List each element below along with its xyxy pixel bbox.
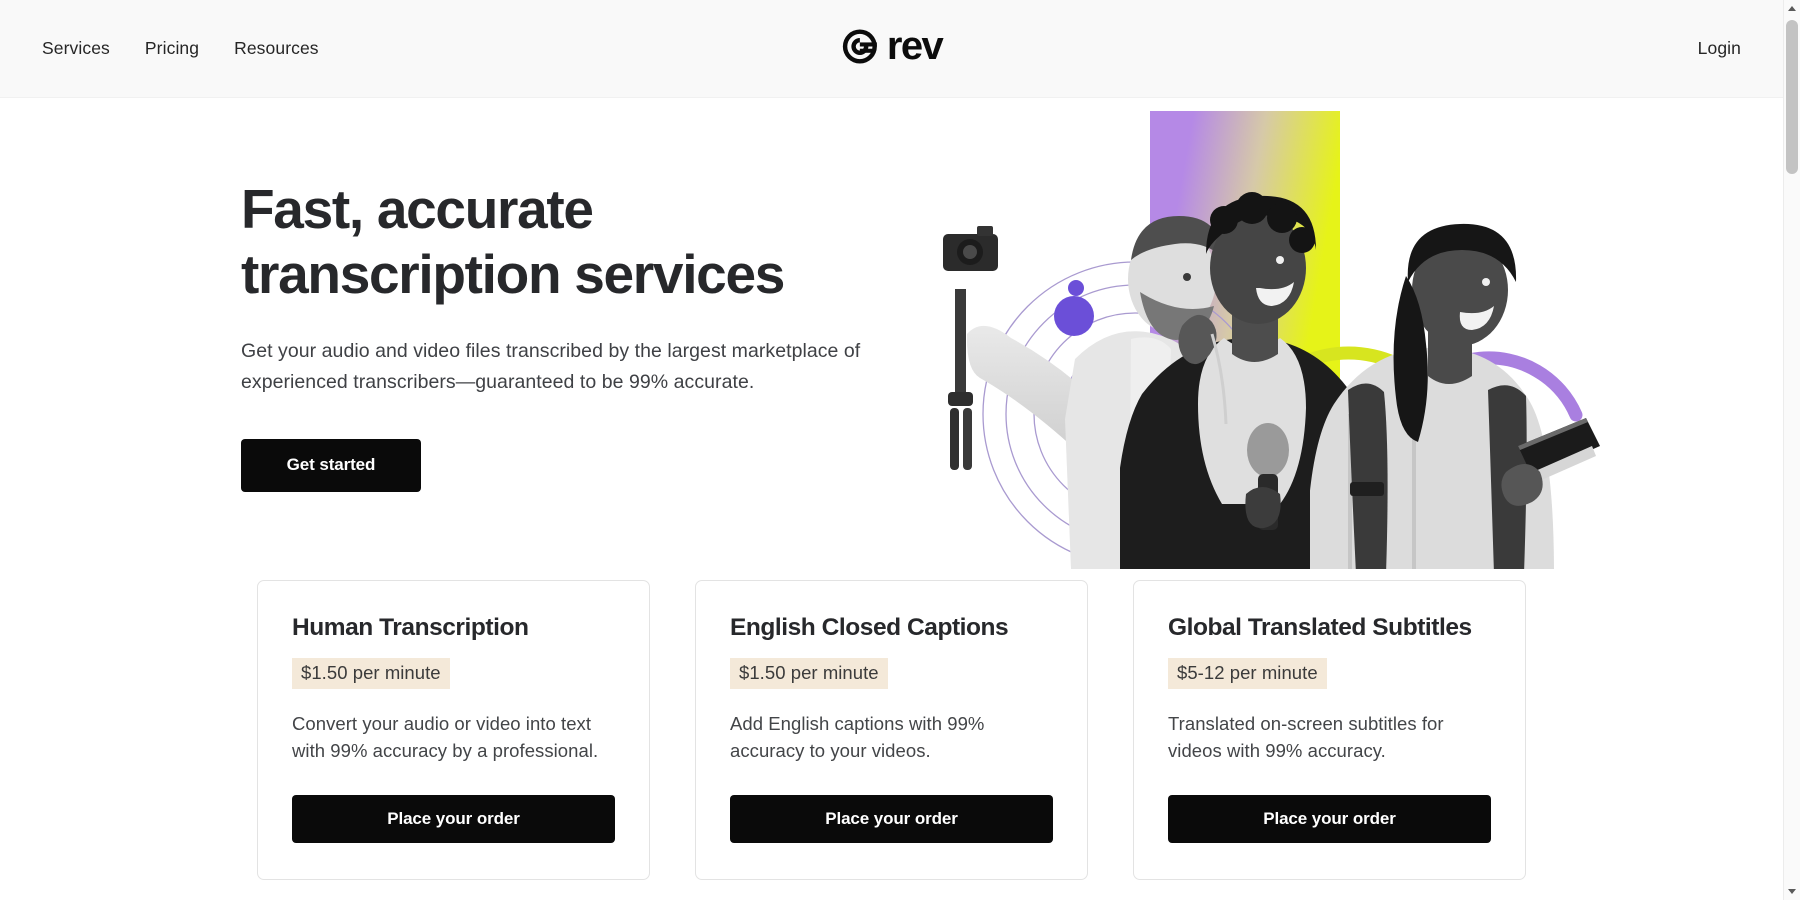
nav-link-resources[interactable]: Resources (234, 38, 319, 59)
card-global-translated-subtitles: Global Translated Subtitles $5-12 per mi… (1133, 580, 1526, 880)
get-started-button[interactable]: Get started (241, 438, 421, 492)
rev-wordmark: rev (886, 24, 944, 68)
nav-link-services[interactable]: Services (42, 38, 110, 59)
place-your-order-button[interactable]: Place your order (292, 794, 615, 843)
hero-copy: Fast, accurate transcription services Ge… (241, 177, 901, 492)
scroll-thumb[interactable] (1786, 20, 1798, 174)
place-your-order-button[interactable]: Place your order (730, 794, 1053, 843)
card-description: Translated on-screen subtitles for video… (1168, 713, 1444, 761)
person-student (1310, 223, 1600, 569)
card-title: Global Translated Subtitles (1168, 614, 1472, 641)
scroll-up-arrow[interactable] (1784, 0, 1800, 17)
hero-subtitle: Get your audio and video files transcrib… (241, 339, 861, 394)
rev-spiral-icon (842, 28, 877, 64)
nav-link-pricing[interactable]: Pricing (145, 38, 199, 59)
site-header: Services Pricing Resources rev Login (0, 0, 1783, 98)
hero-artwork (940, 99, 1610, 569)
chevron-down-icon (1788, 889, 1796, 894)
card-title: English Closed Captions (730, 614, 1009, 641)
primary-navigation: Services Pricing Resources (42, 38, 319, 59)
card-description: Add English captions with 99% accuracy t… (730, 713, 985, 761)
card-price-badge: $5-12 per minute (1168, 658, 1327, 690)
page-viewport: Services Pricing Resources rev Login Fas… (0, 0, 1783, 900)
card-human-transcription: Human Transcription $1.50 per minute Con… (257, 580, 650, 880)
vertical-scrollbar[interactable] (1783, 0, 1800, 900)
login-link[interactable]: Login (1698, 38, 1741, 59)
scroll-down-arrow[interactable] (1784, 883, 1800, 900)
card-price-badge: $1.50 per minute (292, 658, 450, 690)
card-description: Convert your audio or video into text wi… (292, 713, 599, 761)
service-cards: Human Transcription $1.50 per minute Con… (0, 580, 1783, 880)
rev-logo[interactable]: rev (841, 24, 944, 68)
hero-title: Fast, accurate transcription services (241, 178, 785, 305)
card-english-closed-captions: English Closed Captions $1.50 per minute… (695, 580, 1088, 880)
chevron-up-icon (1788, 6, 1796, 11)
hero-section: Fast, accurate transcription services Ge… (0, 99, 1783, 569)
browser-page: Services Pricing Resources rev Login Fas… (0, 0, 1800, 900)
card-title: Human Transcription (292, 614, 529, 641)
place-your-order-button[interactable]: Place your order (1168, 794, 1491, 843)
card-price-badge: $1.50 per minute (730, 658, 888, 690)
